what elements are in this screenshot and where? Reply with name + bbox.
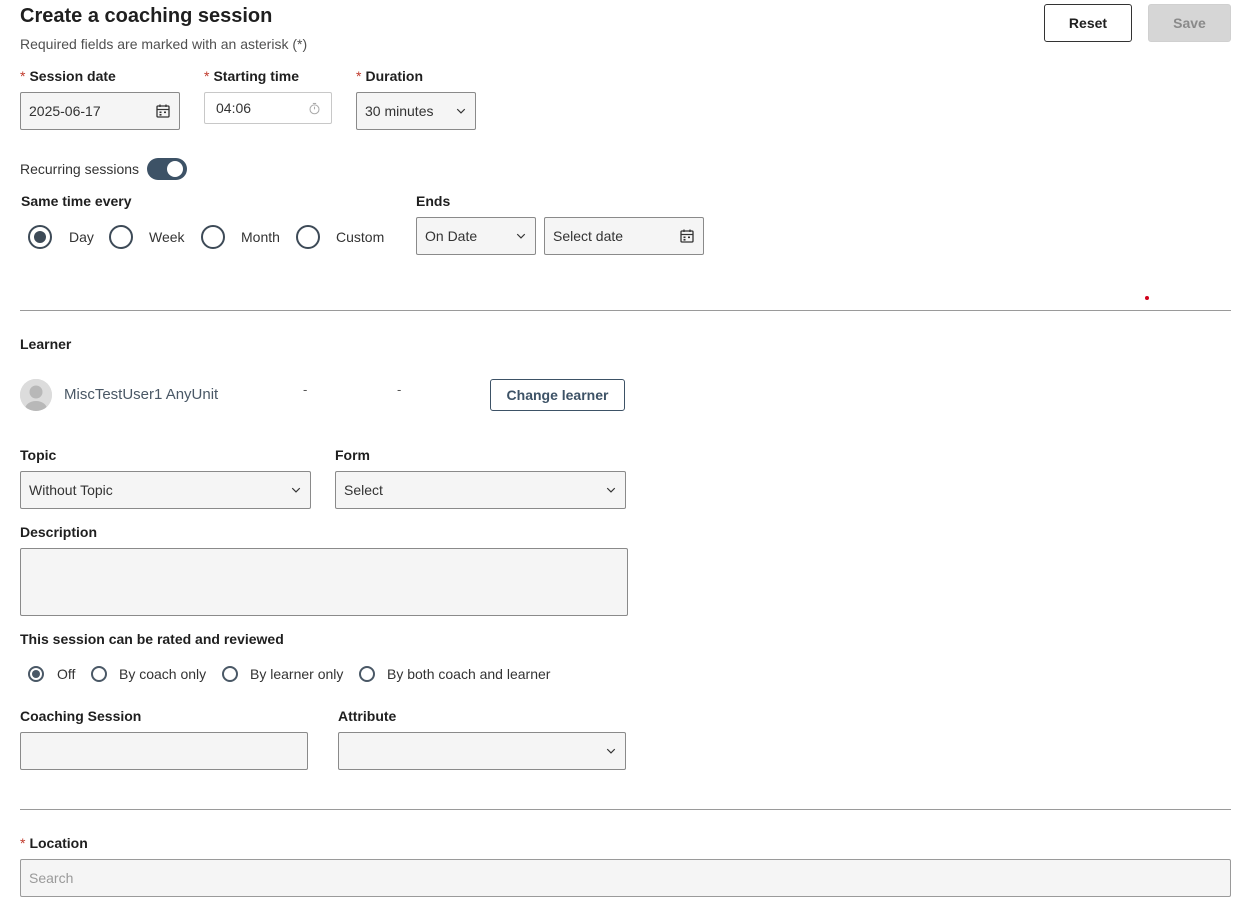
learner-name: MiscTestUser1 AnyUnit	[64, 386, 219, 403]
required-asterisk: *	[20, 835, 26, 851]
radio-rating-both-label: By both coach and learner	[387, 666, 551, 682]
radio-week-label: Week	[149, 229, 185, 245]
coaching-session-label: Coaching Session	[20, 708, 142, 724]
duration-select[interactable]: 30 minutes	[356, 92, 476, 130]
attribute-label: Attribute	[338, 708, 397, 724]
radio-day-label: Day	[69, 229, 94, 245]
required-fields-note: Required fields are marked with an aster…	[20, 36, 308, 52]
radio-rating-learner-label: By learner only	[250, 666, 344, 682]
form-select[interactable]: Select	[335, 471, 626, 509]
radio-rating-learner[interactable]	[222, 666, 238, 682]
starting-time-label: * Starting time	[204, 68, 299, 84]
radio-rating-off-label: Off	[57, 666, 76, 682]
duration-label: * Duration	[356, 68, 423, 84]
radio-day[interactable]	[28, 225, 52, 249]
radio-month-label: Month	[241, 229, 280, 245]
coaching-session-input[interactable]	[20, 732, 308, 770]
radio-rating-coach[interactable]	[91, 666, 107, 682]
ends-type-value: On Date	[425, 228, 478, 244]
session-date-input[interactable]: 2025-06-17	[20, 92, 180, 130]
description-label: Description	[20, 524, 98, 540]
same-time-every-label: Same time every	[21, 193, 132, 209]
recurring-sessions-toggle[interactable]	[147, 158, 187, 180]
form-value: Select	[344, 482, 383, 498]
user-silhouette-icon	[20, 379, 52, 411]
learner-detail-1: -	[303, 382, 308, 397]
starting-time-label-text: Starting time	[213, 68, 300, 84]
radio-rating-coach-label: By coach only	[119, 666, 207, 682]
change-learner-button[interactable]: Change learner	[490, 379, 625, 411]
learner-label: Learner	[20, 336, 72, 352]
chevron-down-icon	[515, 230, 527, 242]
location-label-text: Location	[29, 835, 88, 851]
radio-month[interactable]	[201, 225, 225, 249]
ends-date-placeholder: Select date	[553, 228, 624, 244]
calendar-icon[interactable]	[155, 103, 171, 119]
section-divider	[20, 310, 1231, 311]
required-asterisk: *	[356, 68, 362, 84]
topic-value: Without Topic	[29, 482, 113, 498]
session-date-label-text: Session date	[29, 68, 116, 84]
session-date-value: 2025-06-17	[29, 103, 101, 119]
toggle-knob	[167, 161, 183, 177]
ends-type-select[interactable]: On Date	[416, 217, 536, 255]
location-search-placeholder: Search	[29, 870, 74, 886]
radio-custom[interactable]	[296, 225, 320, 249]
calendar-icon[interactable]	[679, 228, 695, 244]
save-button[interactable]: Save	[1148, 4, 1231, 42]
required-asterisk: *	[204, 68, 210, 84]
recurring-sessions-label: Recurring sessions	[20, 161, 140, 177]
ends-date-input[interactable]: Select date	[544, 217, 704, 255]
section-divider	[20, 809, 1231, 810]
duration-value: 30 minutes	[365, 103, 434, 119]
radio-rating-both[interactable]	[359, 666, 375, 682]
radio-custom-label: Custom	[336, 229, 385, 245]
stopwatch-icon[interactable]	[308, 102, 321, 115]
duration-label-text: Duration	[365, 68, 424, 84]
page-title: Create a coaching session	[20, 5, 273, 27]
radio-selected-dot	[34, 231, 46, 243]
starting-time-value: 04:06	[216, 100, 252, 116]
chevron-down-icon	[290, 484, 302, 496]
red-indicator-dot	[1145, 296, 1149, 300]
rating-label: This session can be rated and reviewed	[20, 631, 284, 647]
session-date-label: * Session date	[20, 68, 116, 84]
ends-label: Ends	[416, 193, 451, 209]
reset-button[interactable]: Reset	[1044, 4, 1132, 42]
radio-selected-dot	[32, 670, 40, 678]
location-search-input[interactable]: Search	[20, 859, 1231, 897]
attribute-select[interactable]	[338, 732, 626, 770]
chevron-down-icon	[605, 745, 617, 757]
starting-time-input[interactable]: 04:06	[204, 92, 332, 124]
description-textarea[interactable]	[20, 548, 628, 616]
location-label: * Location	[20, 835, 88, 851]
chevron-down-icon	[605, 484, 617, 496]
topic-label: Topic	[20, 447, 57, 463]
avatar	[20, 379, 52, 411]
radio-rating-off[interactable]	[28, 666, 44, 682]
radio-week[interactable]	[109, 225, 133, 249]
learner-detail-2: -	[397, 382, 402, 397]
chevron-down-icon	[455, 105, 467, 117]
form-label: Form	[335, 447, 370, 463]
topic-select[interactable]: Without Topic	[20, 471, 311, 509]
required-asterisk: *	[20, 68, 26, 84]
